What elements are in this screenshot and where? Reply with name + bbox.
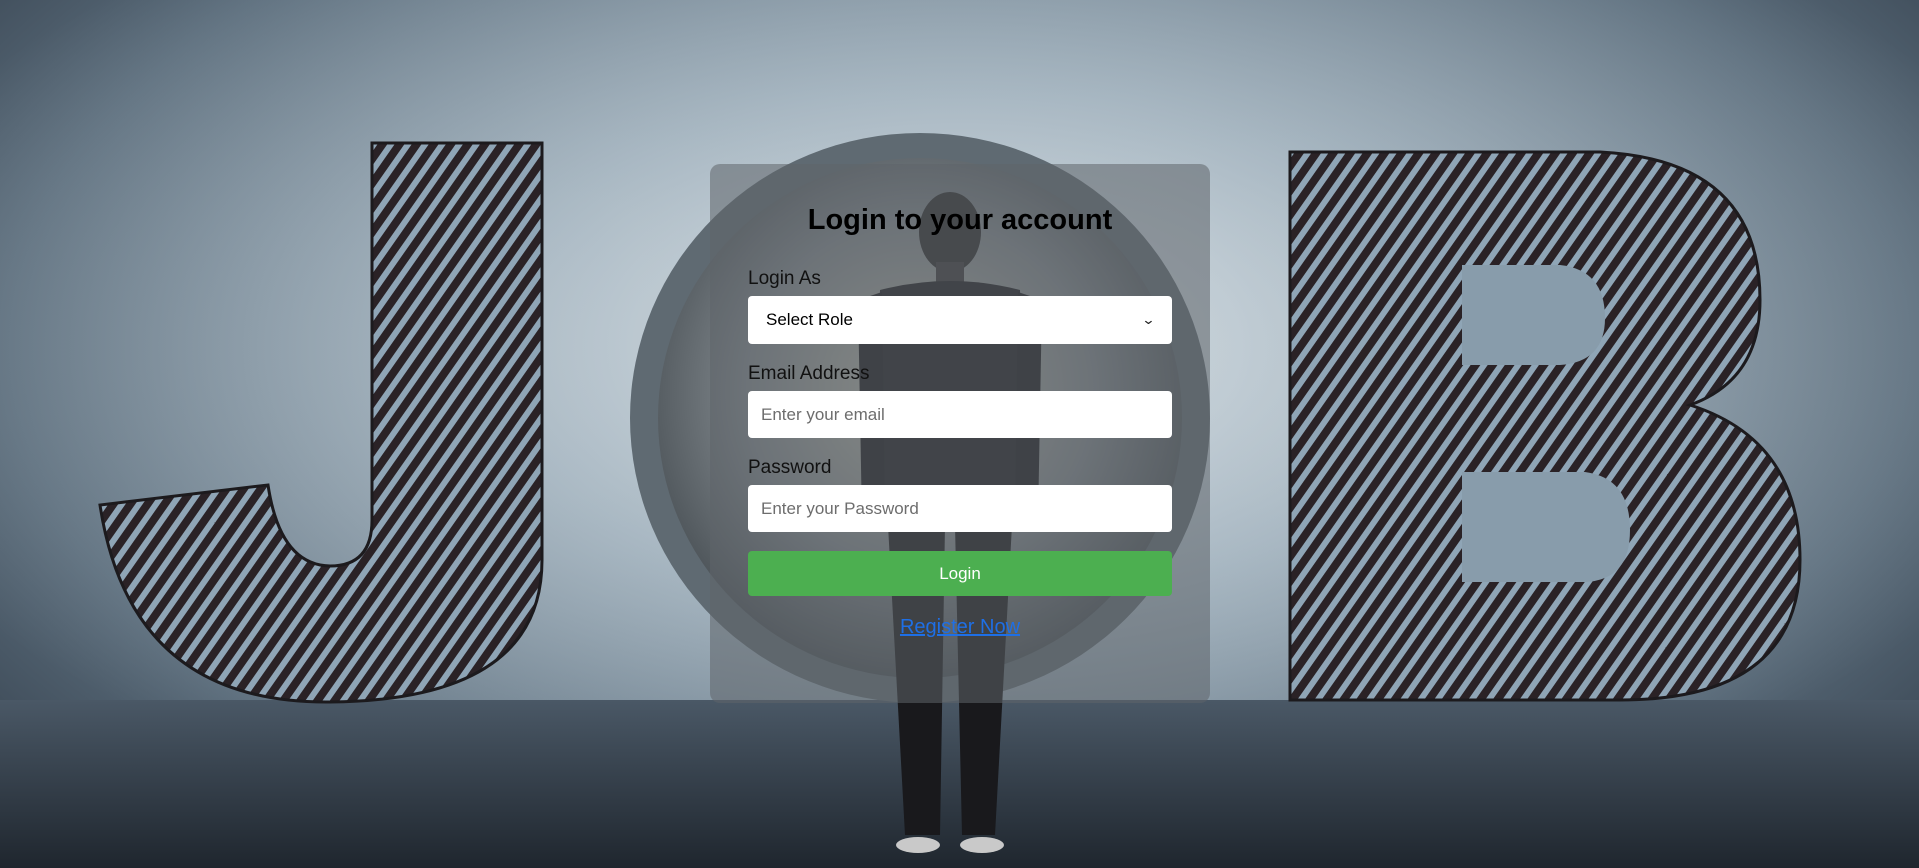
password-placeholder: Enter your Password <box>761 498 919 518</box>
role-select[interactable]: Select Role ⌄ <box>748 296 1172 344</box>
register-now-link[interactable]: Register Now <box>748 616 1172 639</box>
login-button[interactable]: Login <box>748 551 1172 596</box>
password-input[interactable]: Enter your Password <box>748 485 1172 532</box>
login-page: Login to your account Login As Select Ro… <box>0 0 1919 868</box>
letter-b-graphic <box>1288 150 1802 702</box>
email-input[interactable]: Enter your email <box>748 391 1172 438</box>
login-title: Login to your account <box>807 204 1113 236</box>
password-label: Password <box>748 457 832 478</box>
role-select-value: Select Role <box>766 310 853 329</box>
login-card: Login to your account Login As Select Ro… <box>710 164 1210 703</box>
email-placeholder: Enter your email <box>761 404 885 424</box>
email-label: Email Address <box>748 363 870 384</box>
chevron-down-icon: ⌄ <box>1141 312 1156 327</box>
login-as-label: Login As <box>748 268 821 289</box>
